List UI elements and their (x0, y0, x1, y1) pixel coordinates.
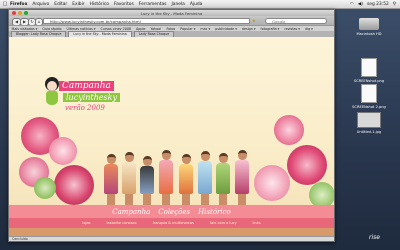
desktop-icon-screenshot[interactable]: SCREENshot.png (352, 58, 386, 83)
image-file-icon (357, 112, 381, 128)
desktop-icon-label: Macintosh HD (356, 32, 382, 36)
rose-decoration (287, 145, 327, 185)
status-bar: Concluído (9, 236, 334, 241)
menu-ferramentas[interactable]: Ferramentas (139, 2, 167, 7)
nav-campanha[interactable]: Campanha (112, 208, 150, 216)
menu-historico[interactable]: Histórico (90, 2, 109, 7)
model-figure (179, 154, 193, 208)
spotlight-icon[interactable]: ⚲ (393, 2, 396, 7)
footer-link-trabalhe[interactable]: trabalhe conosco (106, 221, 136, 225)
model-figure (104, 154, 118, 208)
footer-link-franquia[interactable]: franquia & multimarcas (153, 221, 194, 225)
model-figure (216, 153, 230, 208)
desktop-icon-screenshot-2[interactable]: SCREENshot 2.png (352, 84, 386, 109)
desktop-icon-macintosh-hd[interactable]: Macintosh HD (352, 18, 386, 36)
hd-icon (359, 18, 379, 30)
image-file-icon (361, 58, 377, 77)
doll-face (47, 81, 57, 91)
volume-icon[interactable]: ◀) (358, 2, 363, 7)
model-figure (140, 156, 154, 208)
desktop-icon-label: SCREENshot.png (353, 79, 385, 83)
apple-menu-icon[interactable]:  (0, 1, 10, 7)
nav-colecoes[interactable]: Coleções (158, 208, 190, 216)
model-figure (198, 151, 212, 208)
wifi-icon[interactable]: ◠ (350, 2, 354, 7)
menu-app-name[interactable]: Firefox (10, 2, 27, 7)
menu-exibir[interactable]: Exibir (72, 2, 84, 7)
web-page: Campanha lucyinthesky verão 2009 Campanh… (9, 37, 334, 236)
footer-link-links[interactable]: links (253, 221, 261, 225)
menubar-clock[interactable]: seg 23:52 (367, 2, 389, 7)
menu-editar[interactable]: Editar (54, 2, 67, 7)
menu-ajuda[interactable]: Ajuda (190, 2, 202, 7)
search-placeholder: Google (272, 18, 286, 24)
model-figure (122, 152, 136, 208)
footer-link-lojas[interactable]: lojas (82, 221, 90, 225)
url-bar[interactable]: http://www.lucyinthesky.com.br/campanha.… (43, 17, 250, 24)
browser-window: Lucy in the Sky - Moda Feminina ◀ ▶ ↻ ⌂ … (8, 9, 335, 242)
model-figure (159, 150, 173, 208)
footer-link-fale[interactable]: fale com a lucy (210, 221, 237, 225)
url-text: http://www.lucyinthesky.com.br/campanha.… (50, 18, 141, 24)
site-navigation: Campanha Coleções Histórico (9, 205, 334, 218)
campaign-label: Campanha (59, 81, 114, 91)
menu-arquivo[interactable]: Arquivo (32, 2, 49, 7)
leaf-decoration (34, 177, 56, 199)
brand-label: lucyinthesky (63, 93, 120, 102)
image-file-icon (361, 84, 377, 103)
desktop-icon-label: Untitled-1.jpg (356, 130, 382, 134)
doll-body (46, 91, 58, 105)
search-box[interactable]: Google (265, 17, 327, 24)
rose-decoration (49, 137, 77, 165)
bookmark-star-icon[interactable]: ★ (252, 18, 256, 23)
rose-decoration (54, 165, 94, 205)
desktop-icon-untitled[interactable]: Untitled-1.jpg (352, 112, 386, 134)
nav-historico[interactable]: Histórico (198, 208, 231, 216)
status-text: Concluído (12, 237, 28, 241)
model-figure (235, 150, 249, 208)
desktop-icon-label: SCREENshot 2.png (352, 105, 386, 109)
menubar:  Firefox Arquivo Editar Exibir Históric… (0, 0, 400, 9)
footer-links: lojas trabalhe conosco franquia & multim… (9, 218, 334, 228)
rise-logo: rise (369, 234, 380, 241)
menu-janela[interactable]: Janela (171, 2, 184, 7)
navigation-toolbar: ◀ ▶ ↻ ⌂ http://www.lucyinthesky.com.br/c… (9, 16, 334, 26)
rose-decoration (254, 165, 290, 201)
page-bottom-band (9, 228, 334, 236)
season-label: verão 2009 (65, 104, 105, 112)
window-title: Lucy in the Sky - Moda Feminina (140, 10, 203, 16)
rose-decoration (274, 115, 304, 145)
menu-favoritos[interactable]: Favoritos (114, 2, 134, 7)
